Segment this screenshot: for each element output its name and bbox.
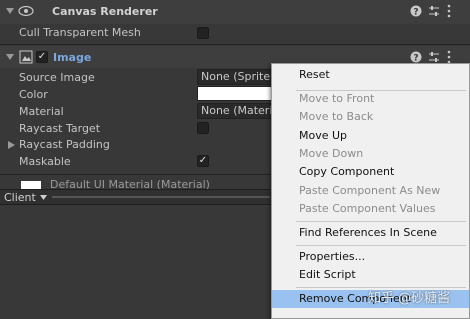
maskable-label: Maskable xyxy=(19,155,71,168)
canvas-renderer-title: Canvas Renderer xyxy=(52,5,158,18)
help-icon[interactable]: ? xyxy=(410,5,422,17)
client-dropdown-label: Client xyxy=(4,190,36,204)
maskable-checkbox[interactable]: ✓ xyxy=(197,155,209,167)
menu-item-move-up[interactable]: Move Up xyxy=(272,127,469,145)
more-options-icon[interactable] xyxy=(447,50,451,64)
raycast-target-label: Raycast Target xyxy=(19,122,101,135)
visibility-eye-icon xyxy=(18,5,34,17)
color-swatch[interactable] xyxy=(197,86,277,101)
canvas-renderer-header[interactable]: Canvas Renderer ? xyxy=(0,0,470,24)
cull-transparent-mesh-label: Cull Transparent Mesh xyxy=(19,26,141,39)
menu-item-move-to-back: Move to Back xyxy=(299,110,374,123)
menu-item-edit-script[interactable]: Edit Script xyxy=(272,266,469,284)
preview-splitter[interactable] xyxy=(52,196,270,198)
material-preview-swatch xyxy=(21,181,41,189)
collapsed-foldout-icon[interactable] xyxy=(8,141,15,149)
image-enabled-checkbox[interactable]: ✓ xyxy=(36,51,48,63)
more-options-icon[interactable] xyxy=(447,4,451,18)
component-context-menu: Reset Move to Front Move to Back Move Up… xyxy=(271,63,470,319)
image-component-icon xyxy=(19,50,33,64)
menu-item-copy-component[interactable]: Copy Component xyxy=(272,163,469,181)
cull-transparent-mesh-checkbox[interactable] xyxy=(197,27,209,39)
foldout-arrow-icon[interactable] xyxy=(6,53,14,61)
menu-item-move-down: Move Down xyxy=(299,147,364,160)
raycast-target-checkbox[interactable] xyxy=(197,122,209,134)
client-dropdown[interactable]: Client xyxy=(4,190,47,204)
menu-item-paste-as-new: Paste Component As New xyxy=(299,184,441,197)
watermark: 知乎 @砂糖酱 xyxy=(368,291,451,306)
svg-text:?: ? xyxy=(413,54,418,64)
preset-sliders-icon[interactable] xyxy=(427,50,441,64)
material-field[interactable]: None (Material) xyxy=(197,103,277,119)
dropdown-arrow-icon xyxy=(39,194,47,200)
menu-separator xyxy=(296,221,466,222)
preset-sliders-icon[interactable] xyxy=(427,4,441,18)
menu-item-move-to-front: Move to Front xyxy=(299,92,375,105)
menu-item-properties[interactable]: Properties... xyxy=(272,248,469,266)
material-label: Material xyxy=(19,105,64,118)
image-component-title: Image xyxy=(53,51,92,64)
menu-item-find-references[interactable]: Find References In Scene xyxy=(272,224,469,242)
component-divider xyxy=(0,44,470,45)
source-image-label: Source Image xyxy=(19,71,95,84)
foldout-arrow-icon[interactable] xyxy=(6,7,14,15)
help-icon[interactable]: ? xyxy=(410,51,422,63)
color-label: Color xyxy=(19,88,48,101)
raycast-padding-label[interactable]: Raycast Padding xyxy=(19,138,110,151)
menu-item-paste-values: Paste Component Values xyxy=(299,202,436,215)
menu-separator xyxy=(296,245,466,246)
menu-item-reset[interactable]: Reset xyxy=(272,66,469,84)
svg-text:?: ? xyxy=(413,8,418,18)
source-image-field[interactable]: None (Sprite) xyxy=(197,69,277,85)
